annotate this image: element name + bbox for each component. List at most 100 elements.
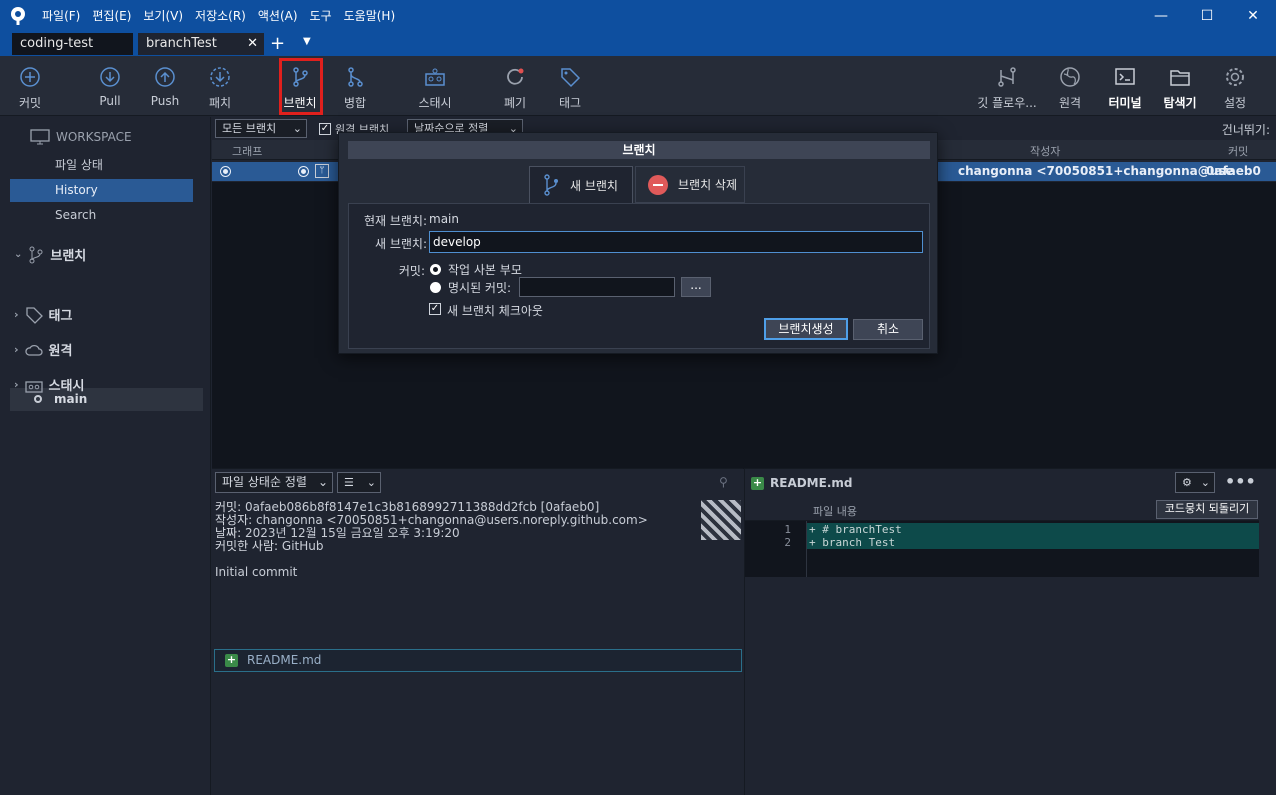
terminal-button[interactable]: 터미널 [1105, 64, 1145, 111]
branch-dialog: 브랜치 새 브랜치 브랜치 삭제 현재 브랜치: main 새 브랜치: dev… [338, 132, 938, 354]
commit-label: 커밋: [398, 264, 425, 278]
new-branch-label: 새 브랜치: [374, 237, 427, 251]
list-icon: ☰ [344, 476, 354, 489]
browse-commit-button[interactable]: ... [681, 277, 711, 297]
menu-file[interactable]: 파일(F) [36, 0, 86, 32]
tab-dropdown-icon[interactable]: ▼ [303, 36, 311, 47]
new-branch-input[interactable]: develop [429, 231, 923, 253]
diff-header: 파일 내용 [813, 505, 857, 518]
diff-panel: + README.md ⚙ ⌄ ••• 파일 내용 코드뭉치 되돌리기 1 + #… [744, 468, 1276, 795]
new-branch-form: 현재 브랜치: main 새 브랜치: develop 커밋: 작업 사본 부모… [348, 203, 930, 349]
column-author[interactable]: 작성자 [1030, 143, 1060, 159]
new-tab-plus-icon[interactable]: + [270, 34, 285, 54]
chevron-right-icon: › [14, 378, 19, 391]
sidebar-section-branches[interactable]: ⌄ 브랜치 [14, 245, 86, 264]
diff-content: 1 + # branchTest 2 + branch Test [745, 521, 1259, 577]
commit-hash: 0afaeb0 [1206, 164, 1261, 178]
settings-button[interactable]: 설정 [1220, 64, 1250, 111]
commit-button[interactable]: 커밋 [12, 64, 48, 111]
push-icon [148, 64, 182, 90]
explorer-button[interactable]: 탐색기 [1160, 64, 1200, 111]
discard-button[interactable]: 폐기 [500, 64, 530, 111]
minimize-icon[interactable]: — [1138, 0, 1184, 32]
date-value: 2023년 12월 15일 금요일 오후 3:19:20 [244, 526, 460, 540]
monitor-icon [30, 129, 50, 145]
tab-label: branchTest [146, 36, 217, 51]
gitflow-button[interactable]: 깃 플로우... [976, 64, 1038, 111]
column-commit[interactable]: 커밋 [1228, 143, 1248, 159]
checkbox-icon: ✓ [319, 123, 331, 135]
tab-coding-test[interactable]: coding-test [12, 33, 133, 55]
checkout-checkbox[interactable]: ✓ [429, 303, 441, 315]
radio-specified-commit-label: 명시된 커밋: [448, 281, 512, 295]
commit-metadata: 커밋: 0afaeb086b8f8147e1c3b8168992711388dd… [215, 500, 648, 579]
more-options-icon[interactable]: ••• [1225, 472, 1256, 491]
menu-edit[interactable]: 편집(E) [86, 0, 137, 32]
close-icon[interactable]: ✕ [1230, 0, 1276, 32]
skip-label: 건너뛰기: [1221, 123, 1270, 137]
maximize-icon[interactable]: ☐ [1184, 0, 1230, 32]
stash-icon [413, 64, 457, 90]
title-bar: 파일(F) 편집(E) 보기(V) 저장소(R) 액션(A) 도구 도움말(H)… [0, 0, 1276, 32]
window-controls: — ☐ ✕ [1138, 0, 1276, 32]
cancel-button[interactable]: 취소 [853, 319, 923, 340]
branch-icon [544, 174, 558, 196]
discard-icon [500, 64, 530, 90]
merge-button[interactable]: 병합 [338, 64, 372, 111]
push-button[interactable]: Push [148, 64, 182, 108]
file-sort-select[interactable]: 파일 상태순 정렬 ⌄ [215, 472, 333, 493]
menu-view[interactable]: 보기(V) [137, 0, 189, 32]
sidebar-section-tags[interactable]: › 태그 [14, 305, 72, 324]
search-icon[interactable]: ⚲ [719, 475, 728, 489]
toolbar: 커밋 Pull Push 패치 브랜치 병합 스태시 폐기 태그 깃 플로우..… [0, 56, 1276, 116]
cloud-icon [24, 344, 43, 356]
sidebar-item-history[interactable]: History [10, 179, 193, 202]
gitflow-icon [976, 64, 1038, 90]
pull-button[interactable]: Pull [95, 64, 125, 108]
dialog-title: 브랜치 [348, 141, 930, 159]
commit-details-panel: 파일 상태순 정렬 ⌄ ☰ ⌄ ⚲ 커밋: 0afaeb086b8f8147e1c3… [212, 468, 743, 795]
branch-label-icon: ᛘ [315, 164, 329, 178]
menu-tools[interactable]: 도구 [304, 0, 338, 32]
gear-icon: ⚙ [1182, 476, 1192, 489]
view-mode-select[interactable]: ☰ ⌄ [337, 472, 381, 493]
menu-actions[interactable]: 액션(A) [252, 0, 304, 32]
sidebar-item-file-status[interactable]: 파일 상태 [10, 154, 193, 177]
current-branch-dot-icon [34, 395, 42, 403]
diff-line-added: + branch Test [807, 536, 1259, 549]
globe-icon [1055, 64, 1085, 90]
column-graph[interactable]: 그래프 [232, 143, 262, 159]
tab-new-branch[interactable]: 새 브랜치 [529, 166, 633, 203]
branch-filter-select[interactable]: 모든 브랜치 ⌄ [215, 119, 307, 138]
revert-hunk-button[interactable]: 코드뭉치 되돌리기 [1156, 500, 1258, 519]
commit-icon [12, 64, 48, 90]
line-number: 2 [784, 536, 791, 549]
diff-options-select[interactable]: ⚙ ⌄ [1175, 472, 1215, 493]
commit-author: changonna <70050851+changonna@use [958, 164, 1234, 178]
tab-delete-branch[interactable]: 브랜치 삭제 [635, 166, 745, 203]
sidebar-section-remotes[interactable]: › 원격 [14, 340, 72, 359]
folder-icon [1160, 64, 1200, 90]
added-file-icon: + [225, 653, 238, 667]
radio-specified-commit[interactable] [430, 282, 441, 293]
remote-button[interactable]: 원격 [1055, 64, 1085, 111]
create-branch-button[interactable]: 브랜치생성 [764, 318, 848, 340]
tag-button[interactable]: 태그 [555, 64, 585, 111]
delete-branch-icon [648, 174, 668, 195]
sidebar-section-stashes[interactable]: › 스태시 [14, 375, 84, 394]
radio-working-copy-parent[interactable] [430, 264, 441, 275]
merge-icon [338, 64, 372, 90]
checkout-checkbox-label: 새 브랜치 체크아웃 [447, 304, 543, 318]
menu-help[interactable]: 도움말(H) [338, 0, 402, 32]
committer-value: GitHub [281, 539, 324, 553]
fetch-button[interactable]: 패치 [205, 64, 235, 111]
head-node-icon [299, 167, 308, 176]
changed-file-row[interactable]: + README.md [214, 649, 742, 672]
close-tab-icon[interactable]: ✕ [247, 33, 258, 55]
specified-commit-input[interactable] [519, 277, 675, 297]
sidebar-item-search[interactable]: Search [10, 204, 193, 227]
stash-button[interactable]: 스태시 [413, 64, 457, 111]
chevron-right-icon: › [14, 343, 19, 356]
tab-branchtest[interactable]: branchTest ✕ [138, 33, 264, 55]
menu-repository[interactable]: 저장소(R) [189, 0, 252, 32]
